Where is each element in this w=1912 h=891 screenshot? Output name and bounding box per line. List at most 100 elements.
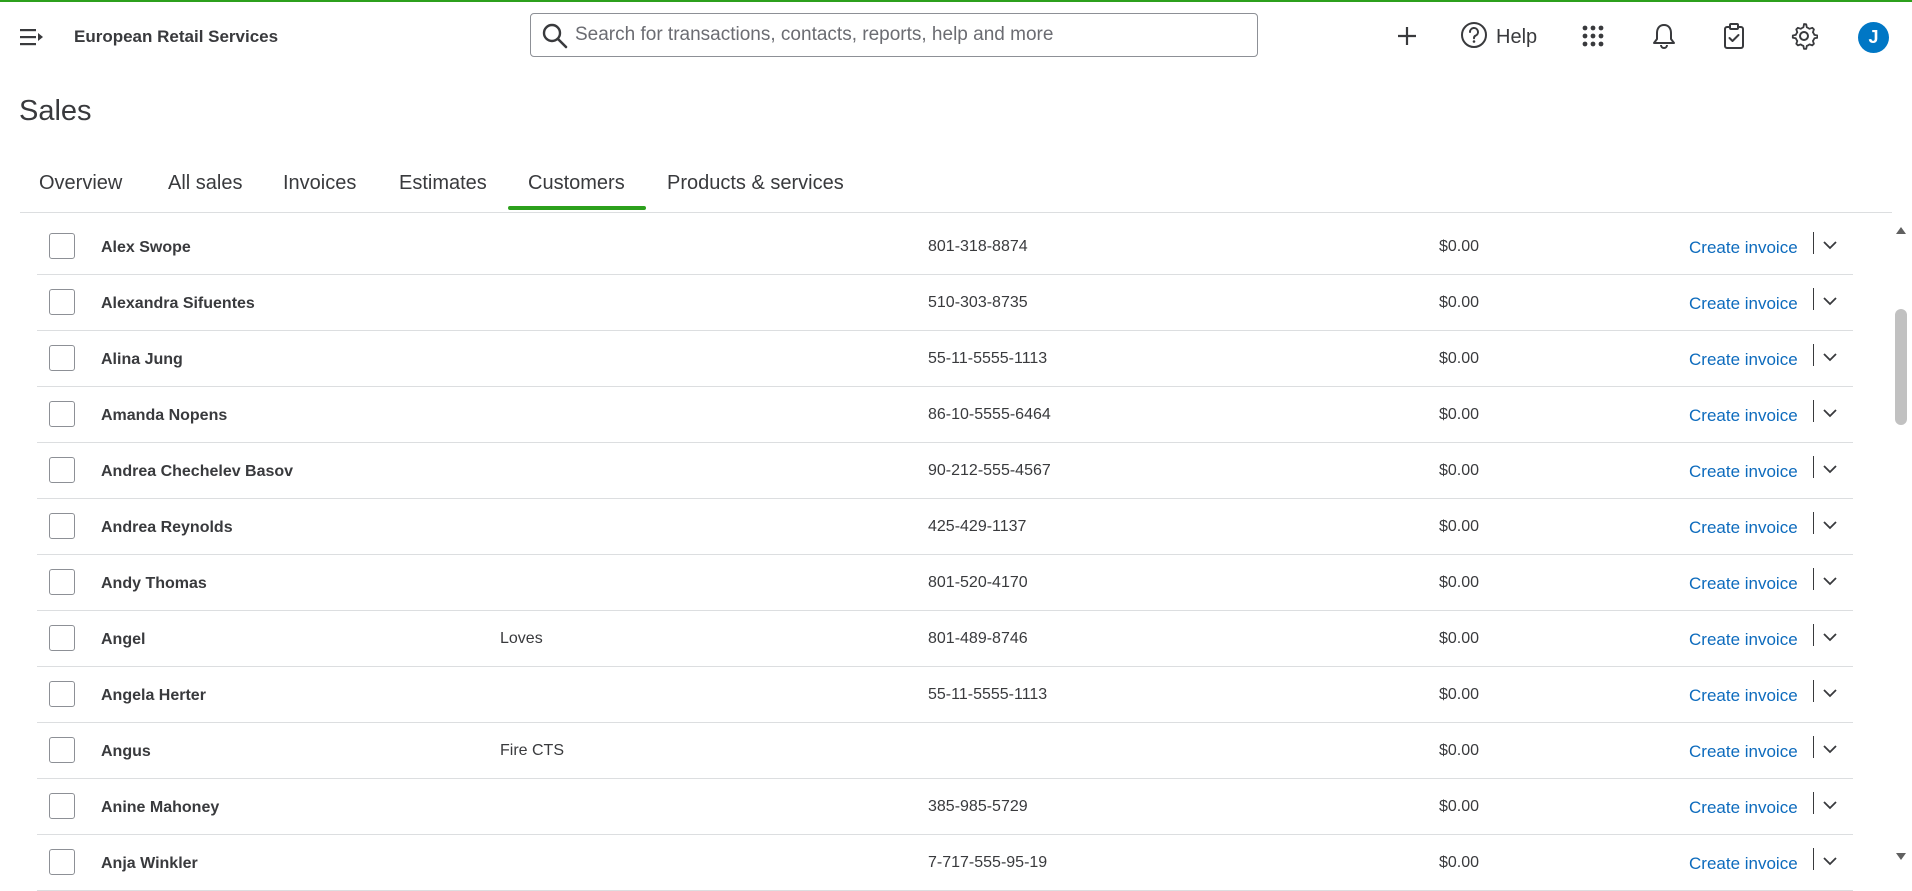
bell-icon[interactable] xyxy=(1647,19,1681,53)
customer-name[interactable]: Amanda Nopens xyxy=(101,407,227,425)
company-name: European Retail Services xyxy=(74,27,279,46)
customer-company: Fire CTS xyxy=(500,742,564,759)
chevron-down-icon[interactable] xyxy=(1819,514,1841,536)
row-checkbox[interactable] xyxy=(49,569,75,595)
customer-company: Loves xyxy=(500,630,543,647)
table-row: Alexandra Sifuentes 510-303-8735 $0.00 C… xyxy=(37,275,1853,331)
create-invoice-link[interactable]: Create invoice xyxy=(1689,798,1798,818)
row-checkbox[interactable] xyxy=(49,737,75,763)
customer-phone: 385-985-5729 xyxy=(928,798,1028,815)
row-checkbox[interactable] xyxy=(49,457,75,483)
chevron-down-icon[interactable] xyxy=(1819,402,1841,424)
create-invoice-link[interactable]: Create invoice xyxy=(1689,742,1798,762)
customer-name[interactable]: Andrea Reynolds xyxy=(101,519,233,537)
chevron-down-icon[interactable] xyxy=(1819,234,1841,256)
chevron-down-icon[interactable] xyxy=(1819,738,1841,760)
create-invoice-link[interactable]: Create invoice xyxy=(1689,406,1798,426)
chevron-down-icon[interactable] xyxy=(1819,626,1841,648)
customer-balance: $0.00 xyxy=(1439,462,1480,479)
customer-balance: $0.00 xyxy=(1439,854,1480,871)
row-checkbox[interactable] xyxy=(49,793,75,819)
customer-phone: 801-318-8874 xyxy=(928,238,1028,255)
action-divider xyxy=(1813,568,1814,590)
row-checkbox[interactable] xyxy=(49,849,75,875)
customer-name[interactable]: Anja Winkler xyxy=(101,855,198,873)
customer-name[interactable]: Andrea Chechelev Basov xyxy=(101,463,293,481)
customer-name[interactable]: Andy Thomas xyxy=(101,575,207,593)
chevron-down-icon[interactable] xyxy=(1819,290,1841,312)
tab-customers[interactable]: Customers xyxy=(528,172,625,195)
create-invoice-link[interactable]: Create invoice xyxy=(1689,854,1798,874)
create-invoice-link[interactable]: Create invoice xyxy=(1689,238,1798,258)
tab-products-services[interactable]: Products & services xyxy=(667,172,844,195)
chevron-down-icon[interactable] xyxy=(1819,346,1841,368)
menu-toggle-icon[interactable] xyxy=(18,24,48,50)
table-row: Angela Herter 55-11-5555-1113 $0.00 Crea… xyxy=(37,667,1853,723)
row-checkbox[interactable] xyxy=(49,625,75,651)
row-checkbox[interactable] xyxy=(49,681,75,707)
create-invoice-link[interactable]: Create invoice xyxy=(1689,294,1798,314)
gear-icon[interactable] xyxy=(1787,19,1821,53)
customer-name[interactable]: Alexandra Sifuentes xyxy=(101,295,255,313)
create-invoice-link[interactable]: Create invoice xyxy=(1689,574,1798,594)
customer-phone: 86-10-5555-6464 xyxy=(928,406,1051,423)
create-invoice-link[interactable]: Create invoice xyxy=(1689,686,1798,706)
customer-balance: $0.00 xyxy=(1439,686,1480,703)
customer-phone: 510-303-8735 xyxy=(928,294,1028,311)
chevron-down-icon[interactable] xyxy=(1819,570,1841,592)
customer-name[interactable]: Anine Mahoney xyxy=(101,799,219,817)
action-divider xyxy=(1813,680,1814,702)
action-divider xyxy=(1813,512,1814,534)
customer-balance: $0.00 xyxy=(1439,574,1480,591)
tab-all-sales[interactable]: All sales xyxy=(168,172,242,195)
chevron-down-icon[interactable] xyxy=(1819,682,1841,704)
scrollbar-thumb[interactable] xyxy=(1895,309,1907,425)
table-row: Alina Jung 55-11-5555-1113 $0.00 Create … xyxy=(37,331,1853,387)
row-checkbox[interactable] xyxy=(49,233,75,259)
search-input[interactable] xyxy=(575,14,1245,56)
create-invoice-link[interactable]: Create invoice xyxy=(1689,518,1798,538)
create-invoice-link[interactable]: Create invoice xyxy=(1689,462,1798,482)
active-tab-indicator xyxy=(508,206,646,210)
row-checkbox[interactable] xyxy=(49,513,75,539)
create-invoice-link[interactable]: Create invoice xyxy=(1689,630,1798,650)
clipboard-check-icon[interactable] xyxy=(1717,19,1751,53)
table-row: Andrea Chechelev Basov 90-212-555-4567 $… xyxy=(37,443,1853,499)
table-row: Amanda Nopens 86-10-5555-6464 $0.00 Crea… xyxy=(37,387,1853,443)
customer-balance: $0.00 xyxy=(1439,294,1480,311)
customer-phone: 801-520-4170 xyxy=(928,574,1028,591)
customer-phone: 55-11-5555-1113 xyxy=(928,686,1048,703)
plus-icon[interactable] xyxy=(1390,19,1424,53)
top-bar: European Retail Services Help xyxy=(0,2,1912,70)
tab-invoices[interactable]: Invoices xyxy=(283,172,356,195)
row-checkbox[interactable] xyxy=(49,289,75,315)
row-checkbox[interactable] xyxy=(49,345,75,371)
tab-overview[interactable]: Overview xyxy=(39,172,122,195)
apps-grid-icon[interactable] xyxy=(1576,19,1610,53)
chevron-down-icon[interactable] xyxy=(1819,850,1841,872)
help-button[interactable]: Help xyxy=(1460,20,1537,54)
create-invoice-link[interactable]: Create invoice xyxy=(1689,350,1798,370)
customer-name[interactable]: Angus xyxy=(101,743,151,761)
customer-name[interactable]: Angela Herter xyxy=(101,687,206,705)
customer-name[interactable]: Alex Swope xyxy=(101,239,191,257)
customer-balance: $0.00 xyxy=(1439,630,1480,647)
chevron-down-icon[interactable] xyxy=(1819,794,1841,816)
action-divider xyxy=(1813,400,1814,422)
chevron-down-icon[interactable] xyxy=(1819,458,1841,480)
table-row: Andrea Reynolds 425-429-1137 $0.00 Creat… xyxy=(37,499,1853,555)
scroll-up-arrow-icon[interactable] xyxy=(1895,222,1907,234)
table-row: Andy Thomas 801-520-4170 $0.00 Create in… xyxy=(37,555,1853,611)
tab-estimates[interactable]: Estimates xyxy=(399,172,487,195)
customer-name[interactable]: Alina Jung xyxy=(101,351,183,369)
row-checkbox[interactable] xyxy=(49,401,75,427)
global-search[interactable] xyxy=(530,13,1258,57)
page-title: Sales xyxy=(19,95,92,127)
scroll-down-arrow-icon[interactable] xyxy=(1895,849,1907,860)
action-divider xyxy=(1813,344,1814,366)
user-avatar[interactable]: J xyxy=(1858,22,1889,53)
action-divider xyxy=(1813,792,1814,814)
table-row: Anine Mahoney 385-985-5729 $0.00 Create … xyxy=(37,779,1853,835)
customer-name[interactable]: Angel xyxy=(101,631,145,649)
table-row: Anja Winkler 7-717-555-95-19 $0.00 Creat… xyxy=(37,835,1853,891)
